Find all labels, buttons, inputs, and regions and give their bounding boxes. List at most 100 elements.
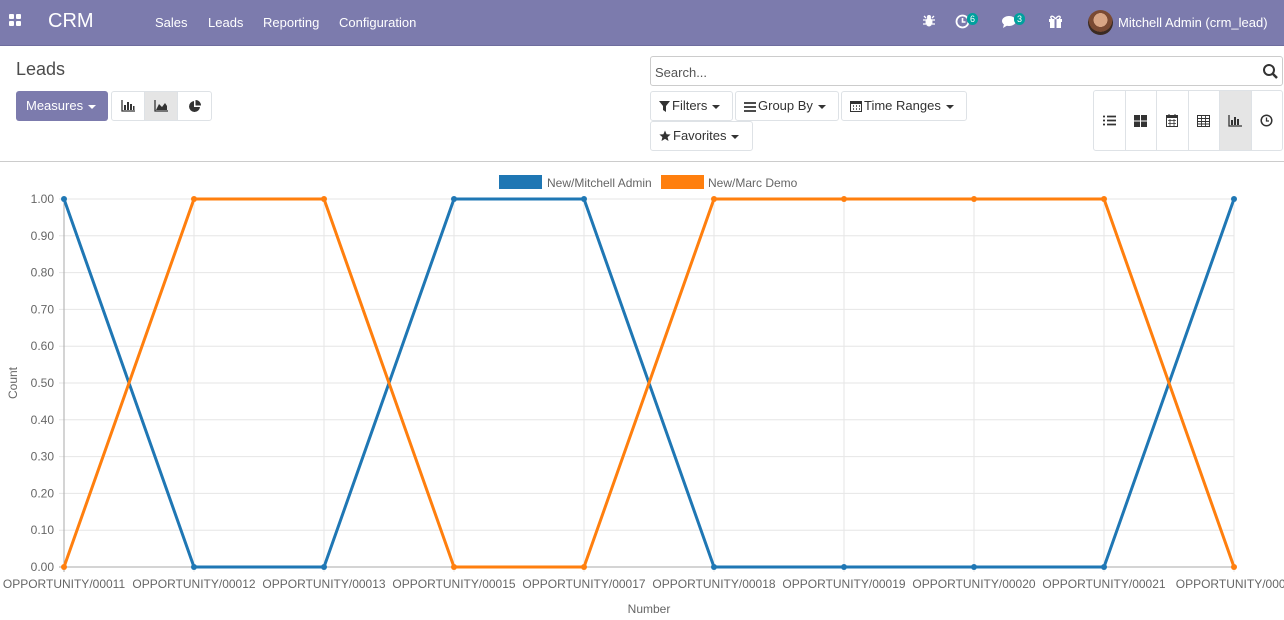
x-tick-label: OPPORTUNITY/00018 bbox=[652, 577, 775, 591]
data-point[interactable] bbox=[841, 196, 847, 202]
data-point[interactable] bbox=[451, 564, 457, 570]
bar-chart-icon bbox=[121, 100, 135, 112]
legend-label-marc-demo[interactable]: New/Marc Demo bbox=[708, 176, 798, 190]
menu-reporting[interactable]: Reporting bbox=[263, 15, 319, 30]
calendar-icon bbox=[850, 101, 862, 112]
data-point[interactable] bbox=[1101, 564, 1107, 570]
apps-menu-icon[interactable] bbox=[9, 14, 23, 28]
data-point[interactable] bbox=[1231, 564, 1237, 570]
graph-view-button[interactable] bbox=[1220, 91, 1252, 150]
legend-label-mitchell-admin[interactable]: New/Mitchell Admin bbox=[547, 176, 652, 190]
y-tick-label: 0.50 bbox=[31, 376, 55, 390]
measures-button[interactable]: Measures bbox=[16, 91, 108, 121]
pie-chart-button[interactable] bbox=[178, 92, 211, 120]
x-tick-label: OPPORTUNITY/00011 bbox=[3, 577, 126, 591]
list-bars-icon bbox=[744, 102, 756, 112]
y-tick-label: 0.80 bbox=[31, 266, 55, 280]
data-point[interactable] bbox=[191, 564, 197, 570]
line-chart-button[interactable] bbox=[145, 92, 179, 120]
y-tick-label: 0.90 bbox=[31, 229, 55, 243]
y-tick-label: 1.00 bbox=[31, 192, 55, 206]
data-point[interactable] bbox=[971, 564, 977, 570]
caret-down-icon bbox=[731, 134, 740, 139]
calendar-view-icon bbox=[1166, 114, 1179, 127]
x-tick-label: OPPORTUNITY/00013 bbox=[262, 577, 385, 591]
y-axis-title: Count bbox=[6, 366, 20, 399]
app-brand[interactable]: CRM bbox=[48, 10, 94, 33]
data-point[interactable] bbox=[321, 196, 327, 202]
x-axis-title: Number bbox=[628, 602, 671, 616]
y-tick-label: 0.20 bbox=[31, 486, 55, 500]
x-tick-label: OPPORTUNITY/00020 bbox=[912, 577, 1035, 591]
caret-down-icon bbox=[817, 104, 826, 109]
favorites-label: Favorites bbox=[673, 128, 727, 143]
favorites-button[interactable]: Favorites bbox=[650, 121, 753, 151]
calendar-view-button[interactable] bbox=[1157, 91, 1189, 150]
clock-icon bbox=[1260, 114, 1273, 127]
table-grid-icon bbox=[1197, 114, 1211, 127]
user-avatar[interactable] bbox=[1088, 10, 1113, 35]
y-tick-label: 0.40 bbox=[31, 413, 55, 427]
data-point[interactable] bbox=[1101, 196, 1107, 202]
filters-button[interactable]: Filters bbox=[650, 91, 733, 121]
data-point[interactable] bbox=[841, 564, 847, 570]
data-point[interactable] bbox=[321, 564, 327, 570]
activity-view-button[interactable] bbox=[1252, 91, 1283, 150]
gift-icon[interactable] bbox=[1048, 14, 1063, 28]
y-tick-label: 0.70 bbox=[31, 302, 55, 316]
data-point[interactable] bbox=[581, 196, 587, 202]
data-point[interactable] bbox=[61, 196, 67, 202]
bar-chart-icon bbox=[1228, 114, 1243, 127]
kanban-view-button[interactable] bbox=[1126, 91, 1157, 150]
menu-sales[interactable]: Sales bbox=[155, 15, 188, 30]
area-chart-icon bbox=[154, 100, 169, 112]
time-ranges-label: Time Ranges bbox=[864, 98, 941, 113]
pivot-view-button[interactable] bbox=[1189, 91, 1220, 150]
x-tick-label: OPPORTUNITY/00015 bbox=[392, 577, 515, 591]
top-navbar: CRM Sales Leads Reporting Configuration … bbox=[0, 0, 1284, 46]
x-tick-label: OPPORTUNITY/0002 bbox=[1176, 577, 1284, 591]
chart-type-switcher bbox=[111, 91, 212, 121]
activity-count-badge: 6 bbox=[967, 13, 979, 25]
x-tick-label: OPPORTUNITY/00017 bbox=[522, 577, 645, 591]
legend-swatch-marc-demo[interactable] bbox=[661, 175, 704, 189]
menu-configuration[interactable]: Configuration bbox=[339, 15, 416, 30]
data-point[interactable] bbox=[971, 196, 977, 202]
search-icon[interactable] bbox=[1262, 63, 1278, 79]
y-tick-label: 0.00 bbox=[31, 560, 55, 574]
data-point[interactable] bbox=[581, 564, 587, 570]
caret-down-icon bbox=[88, 104, 97, 109]
data-point[interactable] bbox=[711, 564, 717, 570]
x-tick-label: OPPORTUNITY/00021 bbox=[1042, 577, 1165, 591]
time-ranges-button[interactable]: Time Ranges bbox=[841, 91, 967, 121]
y-tick-label: 0.30 bbox=[31, 450, 55, 464]
messages-count-badge: 3 bbox=[1014, 13, 1026, 25]
star-icon bbox=[659, 130, 671, 141]
search-input[interactable] bbox=[655, 62, 1245, 82]
list-view-icon bbox=[1102, 115, 1116, 126]
user-menu[interactable]: Mitchell Admin (crm_lead) bbox=[1118, 15, 1268, 30]
line-chart: 0.00 0.10 0.20 0.30 0.40 0.50 0.60 0.70 0.80 0.90… bbox=[3, 175, 1284, 616]
y-tick-label: 0.60 bbox=[31, 339, 55, 353]
legend-swatch-mitchell-admin[interactable] bbox=[499, 175, 542, 189]
measures-label: Measures bbox=[26, 98, 84, 113]
data-point[interactable] bbox=[711, 196, 717, 202]
x-tick-label: OPPORTUNITY/00012 bbox=[132, 577, 255, 591]
x-tick-label: OPPORTUNITY/00019 bbox=[782, 577, 905, 591]
search-bar bbox=[650, 56, 1283, 86]
filter-funnel-icon bbox=[659, 101, 670, 112]
caret-down-icon bbox=[712, 104, 721, 109]
bar-chart-button[interactable] bbox=[112, 92, 146, 120]
data-point[interactable] bbox=[61, 564, 67, 570]
view-switcher bbox=[1093, 90, 1283, 151]
data-point[interactable] bbox=[191, 196, 197, 202]
debug-bug-icon[interactable] bbox=[922, 14, 936, 28]
list-view-button[interactable] bbox=[1094, 91, 1126, 150]
data-point[interactable] bbox=[1231, 196, 1237, 202]
kanban-view-icon bbox=[1134, 114, 1148, 127]
menu-leads[interactable]: Leads bbox=[208, 15, 243, 30]
page-title: Leads bbox=[16, 59, 66, 79]
group-by-button[interactable]: Group By bbox=[735, 91, 839, 121]
data-point[interactable] bbox=[451, 196, 457, 202]
caret-down-icon bbox=[945, 104, 954, 109]
